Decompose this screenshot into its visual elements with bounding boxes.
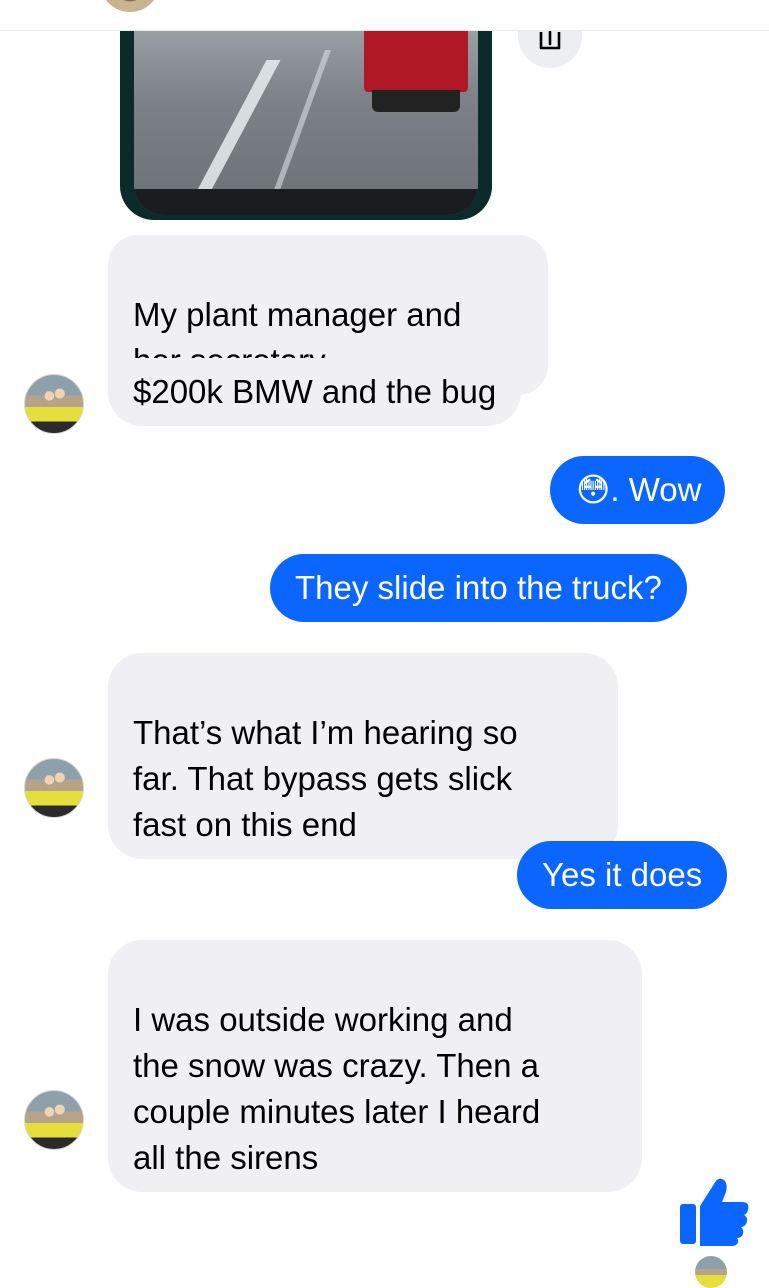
chat-header [0, 0, 769, 31]
share-icon [539, 30, 561, 50]
message-text: They slide into the truck? [295, 569, 662, 606]
message-text: . Wow [610, 471, 702, 508]
sender-avatar[interactable] [24, 758, 84, 818]
message-text: I was outside working and the snow was c… [133, 1001, 541, 1176]
message-text: $200k BMW and the bug [133, 373, 497, 410]
message-text: That’s what I’m hearing so far. That byp… [133, 714, 518, 843]
message-bubble-incoming[interactable]: $200k BMW and the bug [108, 358, 522, 426]
photo-content [134, 20, 478, 215]
sender-avatar[interactable] [24, 1090, 84, 1150]
thumbs-up-icon [680, 1178, 749, 1246]
contact-avatar[interactable] [100, 0, 160, 12]
message-bubble-incoming[interactable]: I was outside working and the snow was c… [108, 940, 642, 1192]
message-text: Yes it does [542, 856, 703, 893]
sender-avatar[interactable] [24, 374, 84, 434]
read-receipt-avatar [695, 1256, 727, 1288]
like-button[interactable] [676, 1170, 754, 1248]
message-bubble-outgoing[interactable]: Yes it does [517, 841, 728, 909]
message-bubble-outgoing[interactable]: 😳. Wow [550, 456, 726, 524]
message-bubble-incoming[interactable]: That’s what I’m hearing so far. That byp… [108, 653, 618, 859]
photo-dashboard [134, 189, 478, 215]
shared-photo[interactable] [120, 20, 492, 220]
message-bubble-outgoing[interactable]: They slide into the truck? [270, 554, 687, 622]
flushed-face-emoji: 😳 [576, 471, 611, 508]
